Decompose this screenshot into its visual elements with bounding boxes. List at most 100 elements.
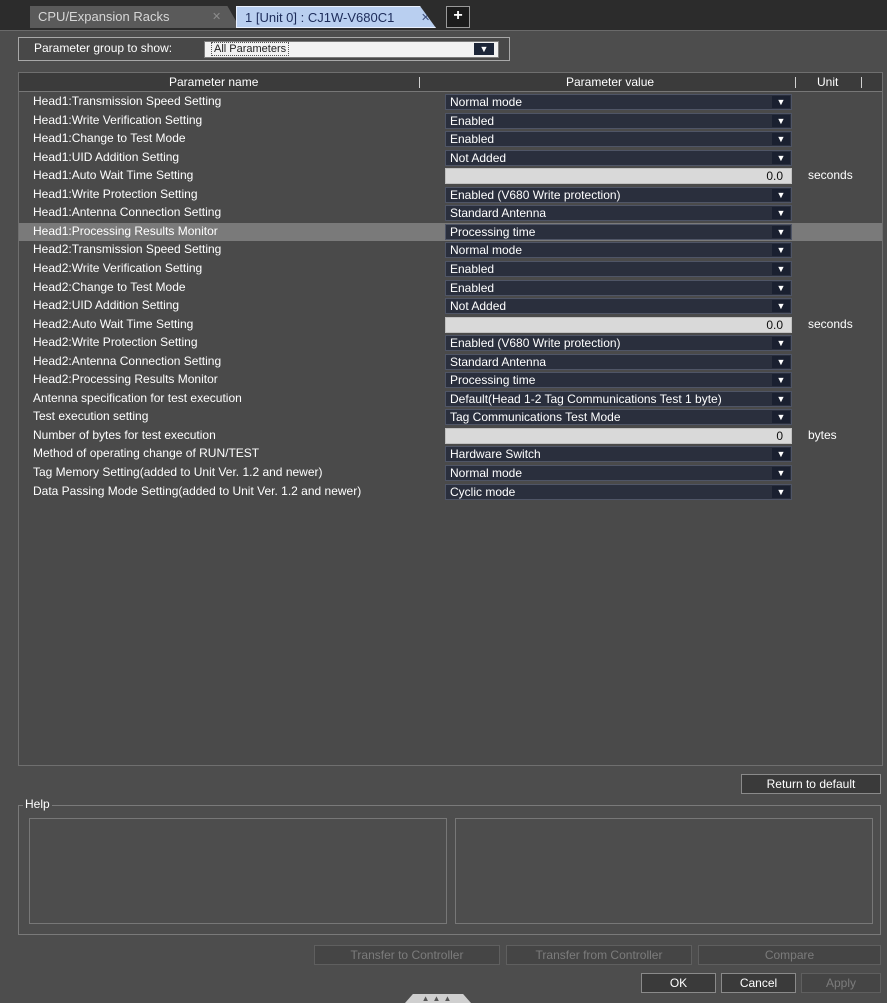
table-row[interactable]: Head1:Change to Test Mode Enabled ▼ bbox=[19, 130, 882, 148]
table-row[interactable]: Head2:Auto Wait Time Setting 0.0 seconds bbox=[19, 316, 882, 334]
dropdown-arrow-icon[interactable]: ▼ bbox=[772, 133, 790, 146]
help-detail-pane bbox=[455, 818, 873, 924]
parameter-value-input[interactable]: 0 bbox=[445, 427, 792, 444]
apply-button[interactable]: Apply bbox=[801, 973, 881, 993]
ok-button[interactable]: OK bbox=[641, 973, 716, 993]
column-separator[interactable] bbox=[795, 77, 796, 88]
dropdown-arrow-icon[interactable]: ▼ bbox=[772, 374, 790, 387]
parameter-name: Method of operating change of RUN/TEST bbox=[33, 446, 260, 461]
return-to-default-button[interactable]: Return to default bbox=[741, 774, 881, 794]
parameter-value-dropdown[interactable]: Standard Antenna ▼ bbox=[445, 205, 792, 222]
parameter-name: Head2:Auto Wait Time Setting bbox=[33, 316, 194, 331]
dropdown-arrow-icon[interactable]: ▼ bbox=[772, 467, 790, 479]
dropdown-arrow-icon[interactable]: ▼ bbox=[772, 355, 790, 368]
table-row[interactable]: Head2:Write Verification Setting Enabled ▼ bbox=[19, 260, 882, 278]
table-row[interactable]: Antenna specification for test execution… bbox=[19, 390, 882, 408]
table-row[interactable]: Head2:Write Protection Setting Enabled (V… bbox=[19, 334, 882, 352]
dropdown-arrow-icon[interactable]: ▼ bbox=[772, 485, 790, 498]
parameter-value-dropdown[interactable]: Enabled ▼ bbox=[445, 112, 792, 129]
parameter-value-dropdown[interactable]: Cyclic mode ▼ bbox=[445, 483, 792, 500]
dropdown-arrow-icon[interactable]: ▼ bbox=[772, 114, 790, 127]
dropdown-arrow-icon[interactable]: ▼ bbox=[772, 96, 790, 108]
close-icon[interactable]: ✕ bbox=[421, 7, 430, 28]
table-row[interactable]: Tag Memory Setting(added to Unit Ver. 1.… bbox=[19, 464, 882, 482]
dropdown-arrow-icon[interactable]: ▼ bbox=[772, 263, 790, 275]
parameter-name: Antenna specification for test execution bbox=[33, 390, 242, 405]
tab-bar: CPU/Expansion Racks ✕ 1 [Unit 0] : CJ1W-… bbox=[0, 0, 887, 31]
parameter-value-dropdown[interactable]: Enabled (V680 Write protection) ▼ bbox=[445, 186, 792, 203]
parameter-value: Hardware Switch bbox=[450, 447, 541, 462]
parameter-value-dropdown[interactable]: Normal mode ▼ bbox=[445, 465, 792, 481]
dropdown-arrow-icon[interactable]: ▼ bbox=[772, 244, 790, 257]
table-row[interactable]: Test execution setting Tag Communications… bbox=[19, 408, 882, 426]
table-row[interactable]: Head2:UID Addition Setting Not Added ▼ bbox=[19, 297, 882, 315]
parameter-value: Tag Communications Test Mode bbox=[450, 410, 621, 425]
table-row[interactable]: Head2:Transmission Speed Setting Normal m… bbox=[19, 241, 882, 259]
parameter-value: Default(Head 1-2 Tag Communications Test… bbox=[450, 391, 722, 406]
parameter-value-dropdown[interactable]: Enabled ▼ bbox=[445, 279, 792, 296]
cancel-button[interactable]: Cancel bbox=[721, 973, 796, 993]
table-row[interactable]: Head1:Write Verification Setting Enabled ▼ bbox=[19, 112, 882, 130]
table-row[interactable]: Head1:Antenna Connection Setting Standard… bbox=[19, 204, 882, 222]
parameter-value-dropdown[interactable]: Normal mode ▼ bbox=[445, 94, 792, 110]
compare-button[interactable]: Compare bbox=[698, 945, 881, 965]
table-row[interactable]: Head1:Write Protection Setting Enabled (V… bbox=[19, 186, 882, 204]
parameter-value: Enabled bbox=[450, 132, 495, 147]
close-icon[interactable]: ✕ bbox=[212, 6, 221, 28]
dropdown-arrow-icon[interactable]: ▼ bbox=[772, 225, 790, 238]
parameter-value-dropdown[interactable]: Enabled ▼ bbox=[445, 131, 792, 148]
dropdown-arrow-icon[interactable]: ▼ bbox=[772, 300, 790, 313]
parameter-value-dropdown[interactable]: Processing time ▼ bbox=[445, 372, 792, 389]
table-row[interactable]: Head2:Change to Test Mode Enabled ▼ bbox=[19, 279, 882, 297]
parameter-value-dropdown[interactable]: Enabled ▼ bbox=[445, 261, 792, 277]
column-header-value[interactable]: Parameter value bbox=[566, 75, 654, 89]
parameter-grid: Parameter name Parameter value Unit Head… bbox=[18, 72, 883, 766]
plus-icon[interactable]: + bbox=[446, 6, 470, 28]
tab-unit-0[interactable]: 1 [Unit 0] : CJ1W-V680C1 ✕ bbox=[236, 6, 436, 28]
column-separator[interactable] bbox=[419, 77, 420, 88]
parameter-name: Data Passing Mode Setting(added to Unit … bbox=[33, 483, 362, 498]
dropdown-arrow-icon[interactable]: ▼ bbox=[772, 337, 790, 350]
parameter-name: Head1:Antenna Connection Setting bbox=[33, 205, 222, 220]
parameter-value-dropdown[interactable]: Processing time ▼ bbox=[445, 223, 792, 240]
column-header-unit[interactable]: Unit bbox=[817, 75, 838, 89]
dropdown-arrow-icon[interactable]: ▼ bbox=[772, 411, 790, 424]
table-row[interactable]: Head1:Transmission Speed Setting Normal m… bbox=[19, 93, 882, 111]
transfer-to-controller-button[interactable]: Transfer to Controller bbox=[314, 945, 500, 965]
parameter-value-dropdown[interactable]: Enabled (V680 Write protection) ▼ bbox=[445, 335, 792, 352]
table-row[interactable]: Head1:Auto Wait Time Setting 0.0 seconds bbox=[19, 167, 882, 185]
table-row[interactable]: Data Passing Mode Setting(added to Unit … bbox=[19, 483, 882, 501]
tab-label: CPU/Expansion Racks bbox=[38, 9, 170, 24]
parameter-value-dropdown[interactable]: Default(Head 1-2 Tag Communications Test… bbox=[445, 390, 792, 407]
table-row[interactable]: Head1:UID Addition Setting Not Added ▼ bbox=[19, 149, 882, 167]
dropdown-arrow-icon[interactable]: ▼ bbox=[772, 151, 790, 164]
dropdown-arrow-icon[interactable]: ▼ bbox=[474, 43, 494, 55]
table-row[interactable]: Method of operating change of RUN/TEST Ha… bbox=[19, 445, 882, 463]
dropdown-arrow-icon[interactable]: ▼ bbox=[772, 448, 790, 461]
parameter-name: Head2:Write Protection Setting bbox=[33, 335, 198, 350]
table-row[interactable]: Head2:Antenna Connection Setting Standard… bbox=[19, 353, 882, 371]
parameter-value-input[interactable]: 0.0 bbox=[445, 168, 792, 185]
panel-resize-grip[interactable]: ▲▲▲ bbox=[405, 994, 471, 1003]
parameter-value-dropdown[interactable]: Not Added ▼ bbox=[445, 298, 792, 315]
parameter-value-dropdown[interactable]: Normal mode ▼ bbox=[445, 242, 792, 259]
dropdown-arrow-icon[interactable]: ▼ bbox=[772, 281, 790, 294]
table-row[interactable]: Number of bytes for test execution 0 bytes bbox=[19, 427, 882, 445]
parameter-value-input[interactable]: 0.0 bbox=[445, 316, 792, 333]
parameter-value-dropdown[interactable]: Not Added ▼ bbox=[445, 149, 792, 166]
table-row[interactable]: Head2:Processing Results Monitor Processi… bbox=[19, 371, 882, 389]
parameter-value-dropdown[interactable]: Tag Communications Test Mode ▼ bbox=[445, 409, 792, 426]
parameter-value-dropdown[interactable]: Standard Antenna ▼ bbox=[445, 353, 792, 370]
dropdown-arrow-icon[interactable]: ▼ bbox=[772, 188, 790, 201]
parameter-group-select[interactable]: All Parameters ▼ bbox=[204, 41, 499, 58]
column-separator[interactable] bbox=[861, 77, 862, 88]
parameter-name: Head1:Write Protection Setting bbox=[33, 186, 198, 201]
table-row[interactable]: Head1:Processing Results Monitor Processi… bbox=[19, 222, 882, 241]
dropdown-arrow-icon[interactable]: ▼ bbox=[772, 207, 790, 220]
tab-cpu-expansion-racks[interactable]: CPU/Expansion Racks ✕ bbox=[30, 6, 240, 28]
transfer-from-controller-button[interactable]: Transfer from Controller bbox=[506, 945, 692, 965]
column-header-name[interactable]: Parameter name bbox=[169, 75, 258, 89]
dropdown-arrow-icon[interactable]: ▼ bbox=[772, 392, 790, 405]
parameter-name: Number of bytes for test execution bbox=[33, 427, 216, 442]
parameter-value-dropdown[interactable]: Hardware Switch ▼ bbox=[445, 446, 792, 463]
